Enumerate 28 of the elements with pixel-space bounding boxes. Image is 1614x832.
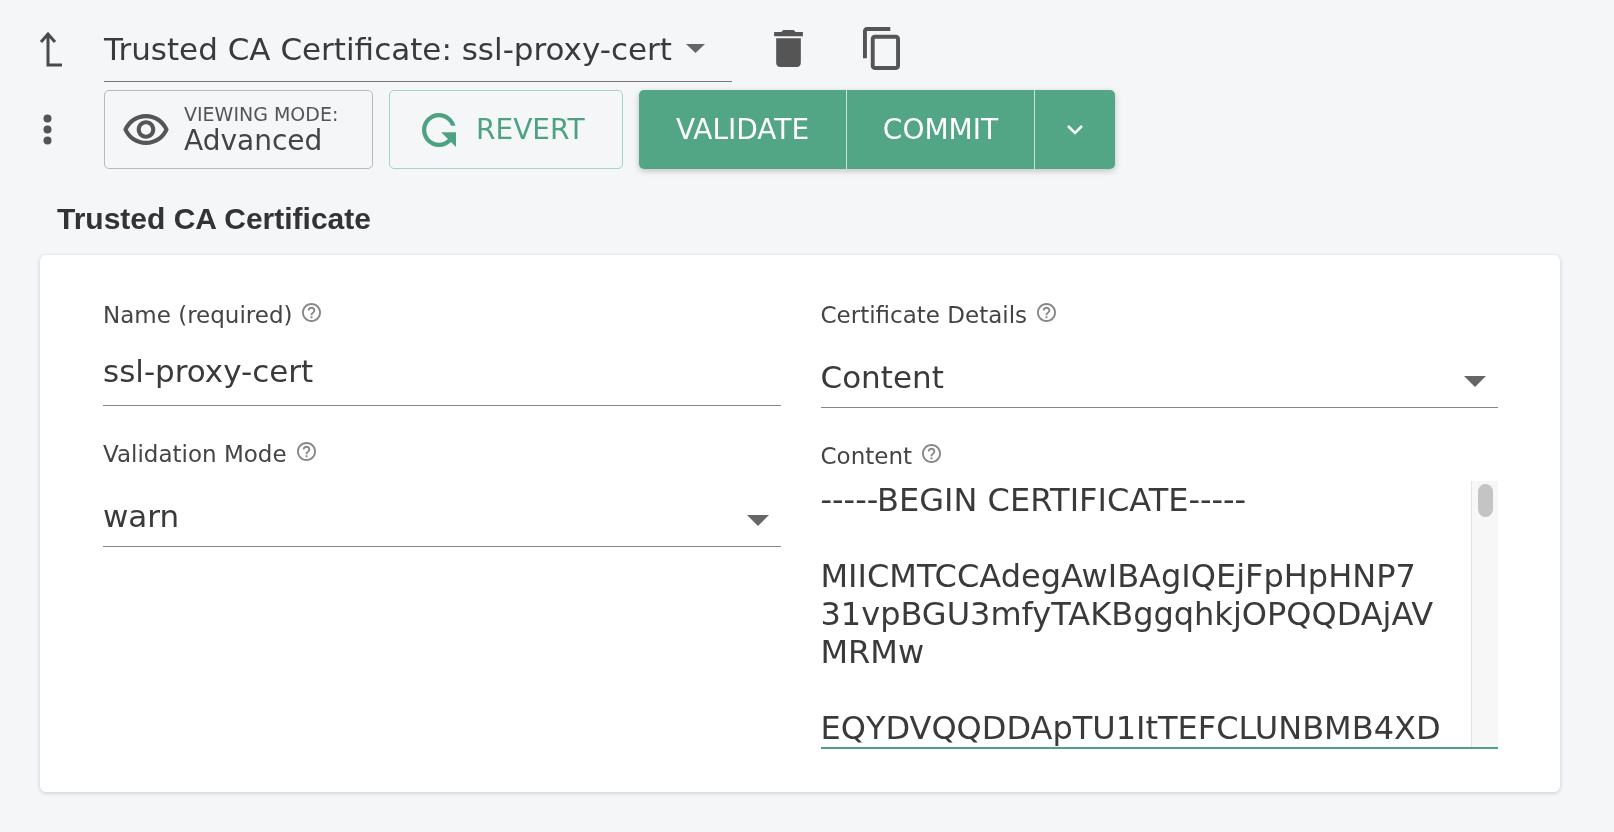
eye-icon (123, 114, 169, 145)
text-input[interactable]: ssl-proxy-cert (103, 336, 781, 406)
help-icon[interactable] (296, 441, 316, 461)
help-icon[interactable] (922, 443, 941, 463)
select-field[interactable]: warn (103, 475, 781, 547)
field-label: Content (820, 443, 912, 469)
scrollbar[interactable] (1471, 481, 1498, 747)
trash-icon[interactable] (774, 29, 803, 67)
more-actions-button[interactable] (1034, 90, 1115, 169)
field-label: Validation Mode (103, 441, 287, 467)
more-menu-icon[interactable] (43, 114, 52, 145)
title-dropdown[interactable]: Trusted CA Certificate: ssl-proxy-cert (104, 20, 732, 82)
refresh-icon (422, 112, 456, 147)
select-field[interactable]: Content (820, 336, 1498, 408)
certificate-textarea[interactable]: -----BEGIN CERTIFICATE----- MIICMTCCAdegAwIBAgIQEjFpHpHNP7 31vpBGU3mfyTAKBggqhkjOPQQDAjAV MRMw EQYDVQQDDApTU1ItTEFCLUNBMB4XD (820, 481, 1498, 749)
help-icon[interactable] (302, 302, 322, 322)
caret-icon (1464, 375, 1486, 387)
field-label: Name (required) (103, 302, 293, 328)
chevron-down-icon (1066, 124, 1084, 135)
section-title: Trusted CA Certificate (57, 203, 371, 235)
caret-icon (685, 44, 705, 53)
up-arrow-icon[interactable] (39, 30, 64, 68)
help-icon[interactable] (1037, 302, 1057, 322)
caret-icon (746, 514, 769, 526)
scrollbar-thumb[interactable] (1477, 484, 1493, 517)
copy-icon[interactable] (863, 26, 900, 70)
viewing-mode-button[interactable]: VIEWING MODE: Advanced (104, 90, 373, 169)
field-label: Certificate Details (820, 302, 1028, 328)
